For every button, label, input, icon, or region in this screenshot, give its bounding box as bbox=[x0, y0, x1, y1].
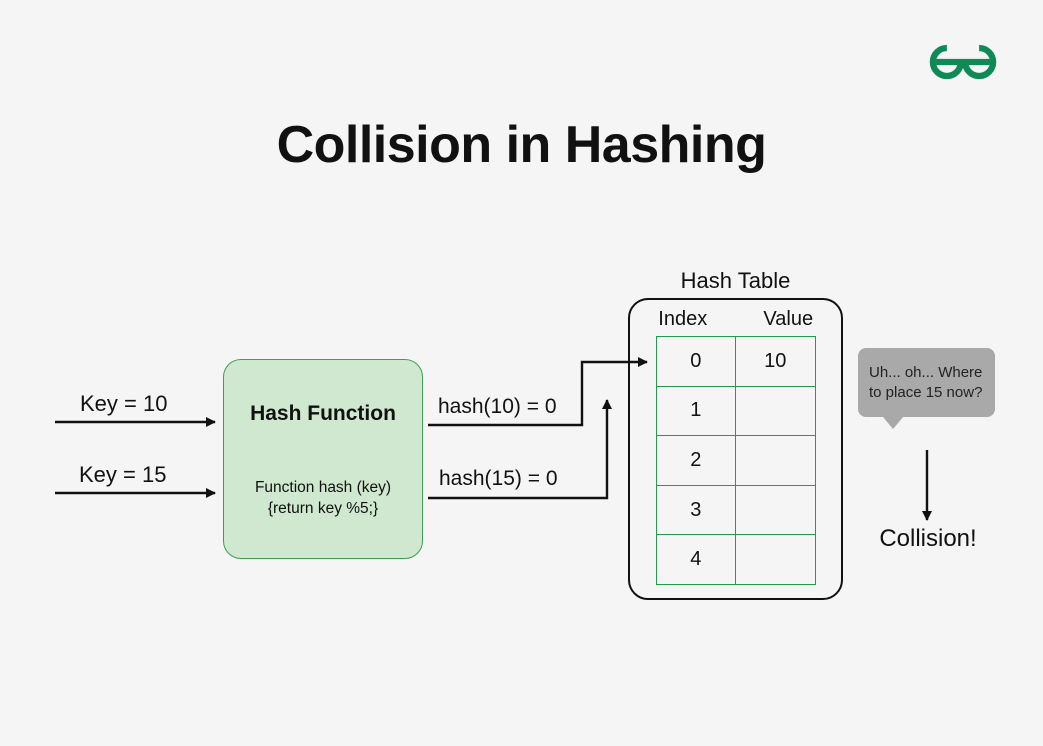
cell-index: 2 bbox=[657, 436, 736, 485]
cell-value: 10 bbox=[735, 337, 815, 386]
table-row: 1 bbox=[657, 386, 815, 436]
hash-table: Index Value 0 10 1 2 3 4 bbox=[628, 298, 843, 600]
hash-table-header-index: Index bbox=[630, 308, 736, 331]
gfg-logo-icon bbox=[928, 42, 998, 82]
table-row: 3 bbox=[657, 485, 815, 535]
cell-value bbox=[735, 387, 815, 436]
cell-value bbox=[735, 436, 815, 485]
cell-value bbox=[735, 535, 815, 584]
cell-index: 4 bbox=[657, 535, 736, 584]
collision-label: Collision! bbox=[858, 525, 998, 553]
key-10-label: Key = 10 bbox=[80, 391, 167, 417]
hash-output-15: hash(15) = 0 bbox=[439, 467, 558, 491]
hash-function-code-line2: {return key %5;} bbox=[224, 499, 422, 520]
diagram-title: Collision in Hashing bbox=[0, 115, 1043, 175]
collision-speech-bubble: Uh... oh... Where to place 15 now? bbox=[858, 348, 995, 417]
hash-table-header-value: Value bbox=[736, 308, 842, 331]
cell-index: 1 bbox=[657, 387, 736, 436]
hash-function-code-line1: Function hash (key) bbox=[224, 478, 422, 499]
cell-value bbox=[735, 486, 815, 535]
hash-function-title: Hash Function bbox=[224, 402, 422, 426]
cell-index: 0 bbox=[657, 337, 736, 386]
hash-table-label: Hash Table bbox=[628, 268, 843, 294]
hash-table-grid: 0 10 1 2 3 4 bbox=[656, 336, 816, 585]
hash-function-box: Hash Function Function hash (key) {retur… bbox=[223, 359, 423, 559]
hash-output-10: hash(10) = 0 bbox=[438, 395, 557, 419]
cell-index: 3 bbox=[657, 486, 736, 535]
key-15-label: Key = 15 bbox=[79, 462, 166, 488]
table-row: 2 bbox=[657, 435, 815, 485]
table-row: 4 bbox=[657, 534, 815, 584]
table-row: 0 10 bbox=[657, 337, 815, 386]
